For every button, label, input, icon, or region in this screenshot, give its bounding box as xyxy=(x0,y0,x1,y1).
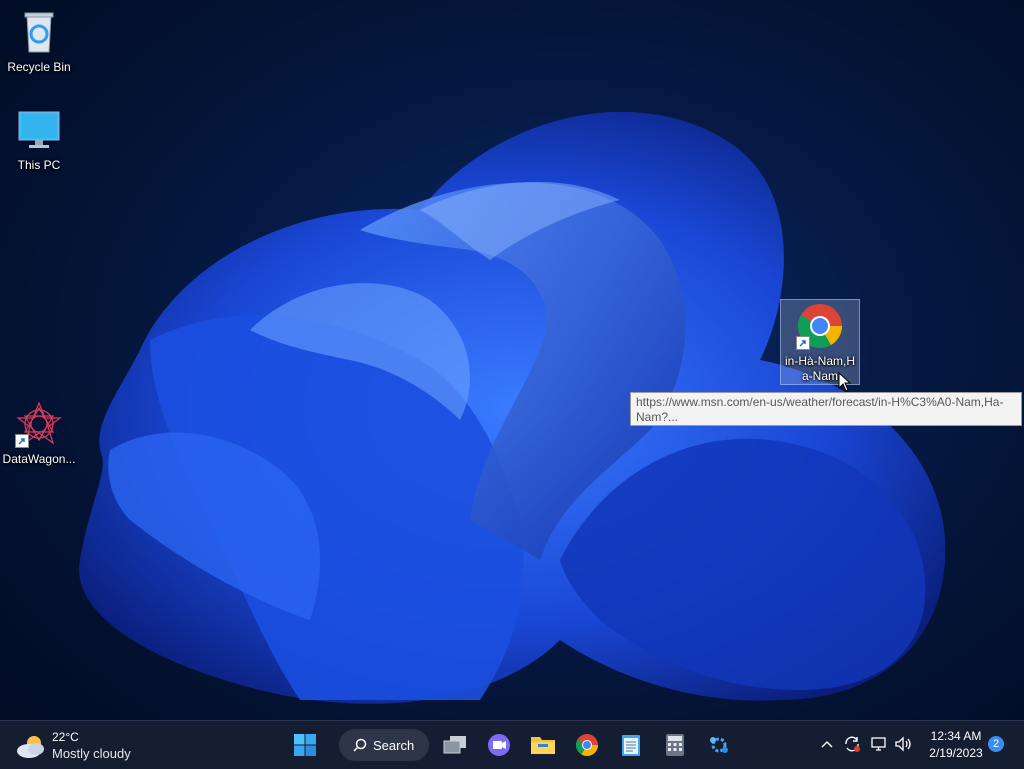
chrome-taskbar-button[interactable] xyxy=(569,727,605,763)
notification-badge[interactable]: 2 xyxy=(988,736,1004,752)
notepad-icon xyxy=(622,735,640,756)
teams-chat-button[interactable] xyxy=(481,727,517,763)
desktop-icon-datawagon[interactable]: DataWagon... xyxy=(0,400,78,467)
clock-time: 12:34 AM xyxy=(930,729,982,743)
url-tooltip: https://www.msn.com/en-us/weather/foreca… xyxy=(630,392,1022,426)
cloudy-weather-icon xyxy=(17,736,44,758)
search-label: Search xyxy=(373,737,415,753)
app-button[interactable] xyxy=(701,727,737,763)
desktop-icon-label: This PC xyxy=(17,158,61,172)
wallpaper-bloom xyxy=(79,111,946,704)
weather-condition: Mostly cloudy xyxy=(52,746,131,761)
shortcut-arrow-icon xyxy=(796,336,810,350)
notepad-button[interactable] xyxy=(613,727,649,763)
sync-icon[interactable] xyxy=(843,735,861,753)
chevron-up-icon[interactable] xyxy=(820,739,834,749)
monitor-icon xyxy=(15,106,63,154)
calculator-icon xyxy=(666,734,684,756)
desktop-icon-recycle-bin[interactable]: Recycle Bin xyxy=(0,8,78,75)
search-button[interactable]: Search xyxy=(339,729,429,761)
volume-icon[interactable] xyxy=(894,735,914,753)
network-icon[interactable] xyxy=(870,735,888,753)
chrome-icon xyxy=(796,302,844,350)
clock-date: 2/19/2023 xyxy=(929,746,983,760)
file-explorer-button[interactable] xyxy=(525,727,561,763)
chrome-icon xyxy=(576,734,598,756)
start-button[interactable] xyxy=(287,727,323,763)
recycle-bin-icon xyxy=(15,8,63,56)
desktop-icon-label: DataWagon... xyxy=(2,452,76,466)
datawagon-logo-icon xyxy=(15,400,63,448)
weather-widget[interactable]: 22°C Mostly cloudy xyxy=(16,729,136,763)
task-view-button[interactable] xyxy=(437,727,473,763)
mouse-cursor-icon xyxy=(838,372,852,392)
windows-logo-icon xyxy=(294,734,316,756)
search-icon xyxy=(353,738,367,752)
desktop-icon-this-pc[interactable]: This PC xyxy=(0,106,78,173)
task-view-icon xyxy=(443,736,466,754)
folder-icon xyxy=(531,737,555,754)
desktop-icon-label: Recycle Bin xyxy=(7,60,71,74)
taskbar: 22°C Mostly cloudy Search 12:34 AM 2/19/… xyxy=(0,720,1024,769)
weather-temperature: 22°C xyxy=(52,730,79,744)
chat-icon xyxy=(488,734,510,756)
calculator-button[interactable] xyxy=(657,727,693,763)
gear-cluster-icon xyxy=(710,737,728,753)
shortcut-arrow-icon xyxy=(15,434,29,448)
system-clock[interactable]: 12:34 AM 2/19/2023 xyxy=(918,728,994,762)
